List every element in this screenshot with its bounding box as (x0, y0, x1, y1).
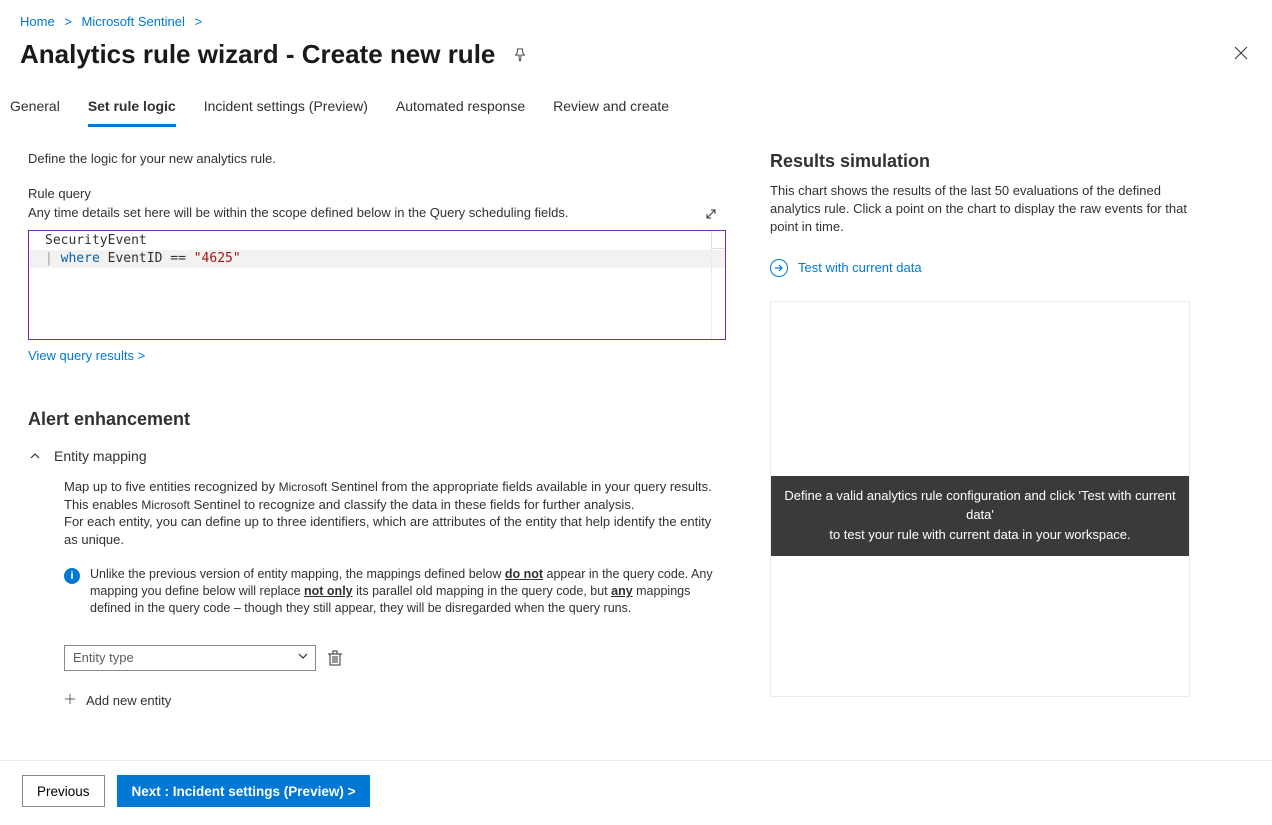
query-token-where: where (61, 251, 100, 266)
breadcrumb-sentinel[interactable]: Microsoft Sentinel (82, 14, 185, 29)
entity-mapping-toggle[interactable]: Entity mapping (28, 448, 730, 464)
expand-icon[interactable] (704, 205, 718, 221)
query-token-pipe: | (45, 251, 61, 266)
alert-enhancement-heading: Alert enhancement (28, 409, 730, 430)
tab-automated-response[interactable]: Automated response (396, 98, 525, 127)
query-scrollbar[interactable] (711, 231, 725, 249)
rule-query-sub: Any time details set here will be within… (28, 205, 569, 220)
breadcrumb-sep: > (64, 14, 72, 29)
footer-bar: Previous Next : Incident settings (Previ… (0, 760, 1272, 807)
pin-icon[interactable] (513, 48, 527, 62)
entity-type-placeholder: Entity type (73, 650, 134, 665)
query-token-op: == (170, 251, 186, 266)
plus-icon (64, 693, 76, 708)
query-token-field: EventID (108, 251, 163, 266)
delete-entity-icon[interactable] (328, 650, 342, 666)
breadcrumb-sep: > (194, 14, 202, 29)
add-new-entity-label: Add new entity (86, 693, 171, 708)
next-button[interactable]: Next : Incident settings (Preview) > (117, 775, 371, 807)
test-with-current-data-link[interactable]: Test with current data (770, 259, 1190, 277)
results-simulation-heading: Results simulation (770, 151, 1190, 172)
entity-mapping-desc: Map up to five entities recognized by Mi… (64, 478, 714, 548)
rule-query-label: Rule query (28, 186, 730, 201)
entity-mapping-info: i Unlike the previous version of entity … (64, 566, 724, 617)
info-icon: i (64, 568, 80, 584)
previous-button[interactable]: Previous (22, 775, 105, 807)
entity-type-select[interactable]: Entity type (64, 645, 316, 671)
info-text: Unlike the previous version of entity ma… (90, 566, 724, 617)
entity-mapping-title: Entity mapping (54, 448, 147, 464)
title-row: Analytics rule wizard - Create new rule (0, 29, 1272, 78)
results-simulation-desc: This chart shows the results of the last… (770, 182, 1190, 237)
chevron-down-icon (297, 650, 309, 665)
results-chart-area: Define a valid analytics rule configurat… (770, 301, 1190, 697)
query-gutter (711, 249, 725, 339)
query-editor[interactable]: SecurityEvent | where EventID == "4625" (28, 230, 726, 340)
chevron-up-icon (28, 449, 42, 463)
tab-set-rule-logic[interactable]: Set rule logic (88, 98, 176, 127)
tab-general[interactable]: General (10, 98, 60, 127)
query-token-string: "4625" (194, 251, 241, 266)
view-query-results-link[interactable]: View query results > (28, 348, 145, 363)
tabs: General Set rule logic Incident settings… (0, 78, 1272, 127)
tab-incident-settings[interactable]: Incident settings (Preview) (204, 98, 368, 127)
breadcrumb: Home > Microsoft Sentinel > (0, 0, 1272, 29)
results-chart-overlay: Define a valid analytics rule configurat… (771, 476, 1189, 557)
query-token-table: SecurityEvent (45, 233, 147, 248)
intro-text: Define the logic for your new analytics … (28, 151, 730, 166)
close-icon[interactable] (1230, 40, 1252, 69)
tab-review-create[interactable]: Review and create (553, 98, 669, 127)
test-link-label: Test with current data (798, 260, 922, 275)
add-new-entity-button[interactable]: Add new entity (64, 693, 730, 708)
breadcrumb-home[interactable]: Home (20, 14, 55, 29)
arrow-right-circle-icon (770, 259, 788, 277)
page-title: Analytics rule wizard - Create new rule (20, 39, 495, 70)
